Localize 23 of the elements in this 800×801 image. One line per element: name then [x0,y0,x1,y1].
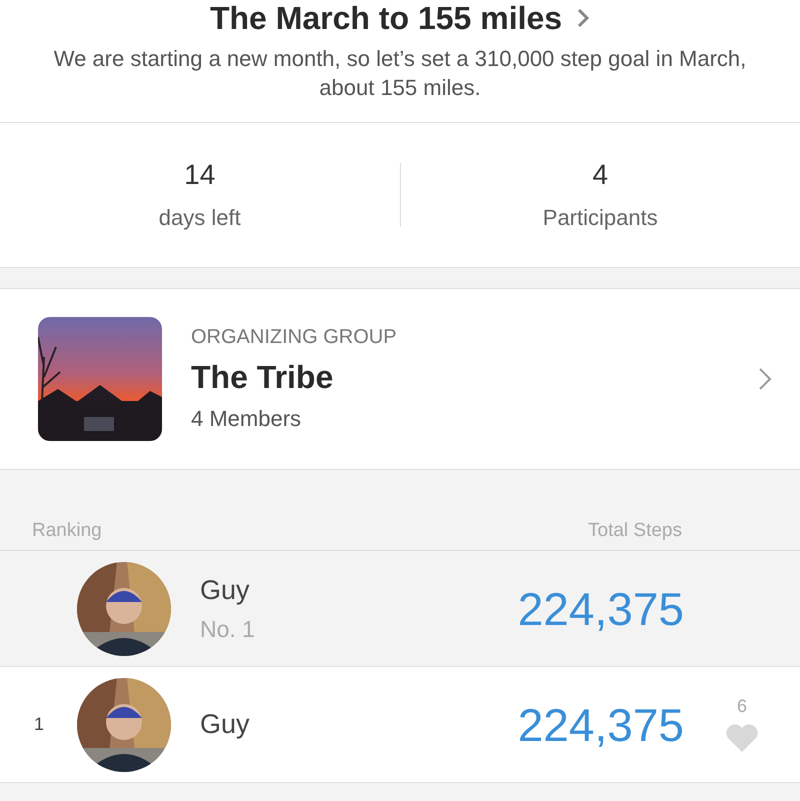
chevron-right-icon [576,7,590,29]
participant-name: Guy [200,574,251,606]
participant-name: Guy [200,709,251,740]
like-count: 6 [736,696,747,717]
member-count: 4 Members [191,406,302,432]
column-heading: Ranking [32,520,102,543]
step-count: 224,375 [518,698,684,752]
stat-label: Participants [542,205,658,231]
column-heading: Total Steps [588,520,682,543]
group-name: The Tribe [191,359,334,396]
group-caption: ORGANIZING GROUP [191,326,398,349]
rank-position: No. 1 [200,616,256,642]
challenge-title[interactable]: The March to 155 miles [210,0,562,36]
stat-value: 14 [184,159,216,191]
stat-value: 4 [592,159,608,191]
chevron-right-icon [758,367,772,391]
challenge-description: We are starting a new month, so let’s set a 310,000 step goal in March, about 155 miles. [52,45,748,102]
group-card[interactable]: ORGANIZING GROUP The Tribe 4 Members [0,288,800,470]
stat-label: days left [158,205,241,231]
heart-icon[interactable] [725,723,759,753]
rank-number: 1 [34,714,44,734]
step-count: 224,375 [518,582,684,636]
rank-row[interactable]: 1 Guy 224,375 6 [0,667,800,783]
